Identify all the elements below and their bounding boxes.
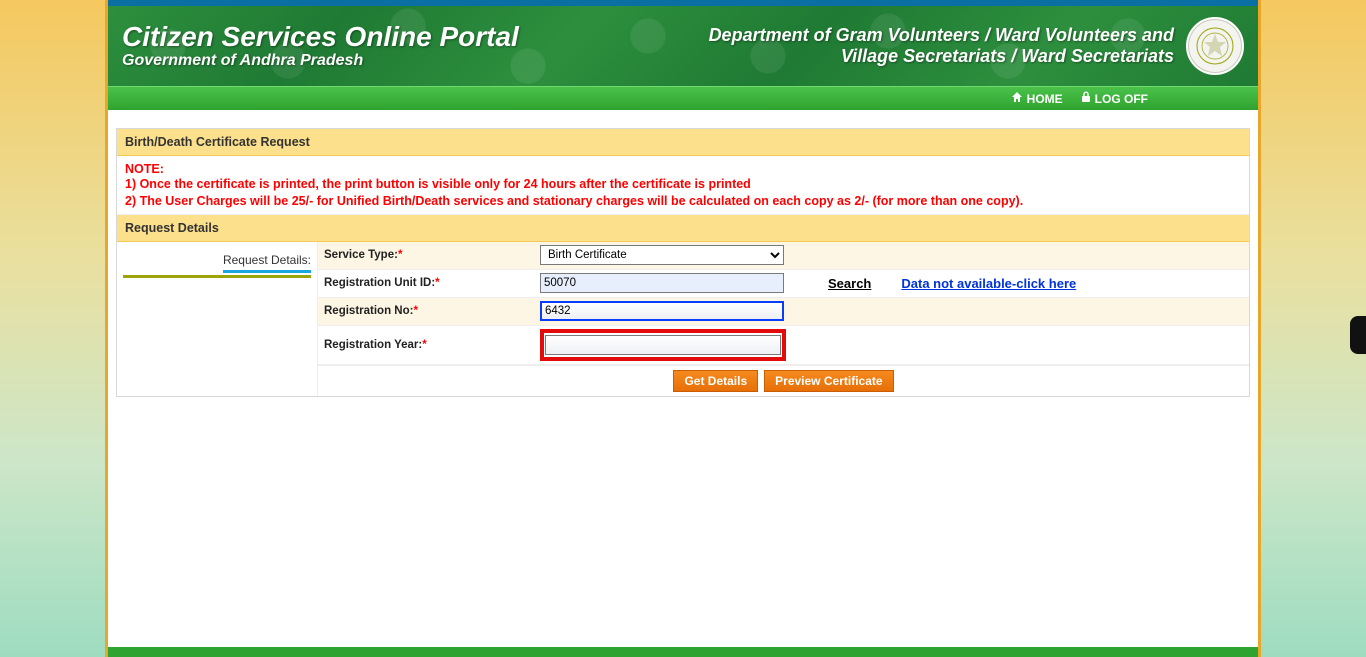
nav-home-label: HOME [1027, 92, 1063, 106]
note-heading: NOTE: [125, 162, 1241, 176]
footer-bar [108, 647, 1258, 657]
registration-year-highlight [540, 329, 786, 361]
portal-title: Citizen Services Online Portal [122, 22, 519, 53]
registration-year-input[interactable] [545, 335, 781, 355]
note-box: NOTE: 1) Once the certificate is printed… [117, 156, 1249, 215]
registration-unit-input[interactable] [540, 273, 784, 293]
service-type-label: Service Type:* [318, 245, 536, 265]
department-name: Department of Gram Volunteers / Ward Vol… [654, 25, 1174, 66]
registration-no-label: Registration No:* [318, 301, 536, 321]
nav-home-link[interactable]: HOME [1011, 91, 1063, 106]
nav-logoff-label: LOG OFF [1095, 92, 1148, 106]
home-icon [1011, 91, 1023, 106]
panel-title: Birth/Death Certificate Request [117, 129, 1249, 156]
registration-no-input[interactable] [540, 301, 784, 321]
nav-logoff-link[interactable]: LOG OFF [1081, 91, 1148, 106]
data-not-available-link[interactable]: Data not available-click here [901, 276, 1076, 291]
request-panel: Birth/Death Certificate Request NOTE: 1)… [116, 128, 1250, 397]
side-floating-tab[interactable] [1350, 316, 1366, 354]
get-details-button[interactable]: Get Details [673, 370, 758, 392]
registration-unit-label: Registration Unit ID:* [318, 273, 536, 293]
lock-icon [1081, 91, 1091, 106]
note-line-1: 1) Once the certificate is printed, the … [125, 176, 1241, 193]
service-type-select[interactable]: Birth Certificate [540, 245, 784, 265]
side-label-col: Request Details: [117, 242, 317, 396]
section-title: Request Details [117, 215, 1249, 242]
note-line-2: 2) The User Charges will be 25/- for Uni… [125, 193, 1241, 210]
top-nav: HOME LOG OFF [108, 86, 1258, 110]
header-banner: Citizen Services Online Portal Governmen… [108, 6, 1258, 86]
side-label: Request Details: [223, 250, 311, 273]
preview-certificate-button[interactable]: Preview Certificate [764, 370, 893, 392]
portal-subtitle: Government of Andhra Pradesh [122, 52, 519, 70]
govt-emblem-icon [1186, 17, 1244, 75]
registration-year-label: Registration Year:* [318, 335, 536, 355]
form-column: Service Type:* Birth Certificate Registr… [317, 242, 1249, 396]
search-link[interactable]: Search [828, 276, 871, 291]
